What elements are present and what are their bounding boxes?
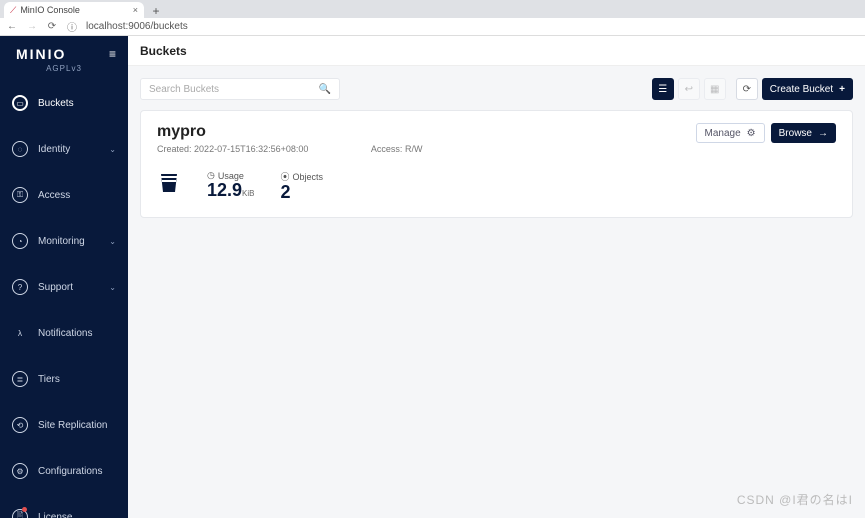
grid-icon: ▦ [710, 84, 719, 95]
lambda-icon: λ [12, 325, 28, 341]
objects-stat: ⦿Objects 2 [281, 170, 324, 203]
create-bucket-button[interactable]: Create Bucket + [762, 78, 853, 100]
url-text[interactable]: localhost:9006/buckets [86, 21, 188, 32]
close-icon[interactable]: × [133, 5, 138, 15]
bucket-icon: ▭ [12, 95, 28, 111]
plus-icon: + [839, 84, 845, 95]
search-icon: 🔍 [319, 84, 331, 95]
search-input-wrapper[interactable]: 🔍 [140, 78, 340, 100]
browser-tab-bar: ⟋ MinIO Console × + [0, 0, 865, 18]
gear-icon: ⚙ [747, 128, 756, 139]
browser-tab[interactable]: ⟋ MinIO Console × [4, 2, 144, 18]
bucket-card: mypro Created: 2022-07-15T16:32:56+08:00… [140, 110, 853, 218]
manage-bucket-button[interactable]: Manage ⚙ [696, 123, 765, 143]
sidebar-item-buckets[interactable]: ▭ Buckets [0, 87, 128, 119]
browse-bucket-button[interactable]: Browse → [771, 123, 836, 143]
usage-label: Usage [218, 171, 244, 181]
search-input[interactable] [149, 84, 319, 95]
collapse-sidebar-icon[interactable]: ≡ [109, 47, 116, 61]
usage-value: 12.9 [207, 180, 242, 200]
brand-license: AGPLv3 [0, 64, 128, 83]
sidebar-item-site-replication[interactable]: ⟲ Site Replication [0, 409, 128, 441]
create-bucket-label: Create Bucket [770, 84, 833, 95]
reload-icon[interactable]: ⟳ [46, 21, 58, 32]
rewind-icon: ↩ [685, 84, 693, 95]
list-icon: ☰ [658, 84, 667, 95]
sidebar-item-label: License [38, 512, 72, 518]
objects-value: 2 [281, 183, 324, 203]
brand-name: MINIO [16, 46, 66, 62]
tab-favicon: ⟋ [10, 5, 16, 16]
page-content: 🔍 ☰ ↩ ▦ ⟳ C [128, 66, 865, 230]
page-title: Buckets [140, 44, 187, 58]
sidebar-item-label: Buckets [38, 98, 74, 109]
sidebar-item-label: Monitoring [38, 236, 85, 247]
sidebar-item-label: Configurations [38, 466, 102, 477]
main-area: Buckets 🔍 ☰ ↩ ▦ [128, 36, 865, 518]
sidebar-item-label: Site Replication [38, 420, 107, 431]
forward-icon[interactable]: → [26, 21, 38, 32]
bucket-name[interactable]: mypro [157, 123, 422, 141]
sidebar-item-monitoring[interactable]: ◔ Monitoring ⌄ [0, 225, 128, 257]
browser-address-bar: ← → ⟳ ⓘ localhost:9006/buckets [0, 18, 865, 36]
sidebar-item-label: Tiers [38, 374, 60, 385]
access-value: R/W [405, 144, 423, 154]
sidebar-nav: ▭ Buckets ◌ Identity ⌄ ⚿ Access ◔ Monito… [0, 83, 128, 518]
chevron-down-icon: ⌄ [109, 237, 116, 246]
gear-icon: ⚙ [12, 463, 28, 479]
usage-unit: KiB [242, 189, 254, 198]
tab-title: MinIO Console [20, 5, 80, 15]
usage-stat: ◷Usage 12.9KiB [207, 170, 255, 201]
sidebar-item-notifications[interactable]: λ Notifications [0, 317, 128, 349]
bucket-meta: Created: 2022-07-15T16:32:56+08:00 Acces… [157, 144, 422, 154]
created-label: Created: [157, 144, 192, 154]
support-icon: ? [12, 279, 28, 295]
sidebar-item-identity[interactable]: ◌ Identity ⌄ [0, 133, 128, 165]
sidebar-item-label: Support [38, 282, 73, 293]
refresh-icon: ⟳ [743, 84, 751, 95]
sidebar-item-label: Identity [38, 144, 70, 155]
list-view-toggle[interactable]: ☰ [652, 78, 674, 100]
sidebar-item-support[interactable]: ? Support ⌄ [0, 271, 128, 303]
logo-row: MINIO ≡ [0, 36, 128, 64]
site-info-icon[interactable]: ⓘ [66, 19, 78, 34]
objects-label: Objects [293, 172, 324, 182]
back-icon[interactable]: ← [6, 21, 18, 32]
bucket-graphic-icon [157, 170, 181, 194]
refresh-button[interactable]: ⟳ [736, 78, 758, 100]
sidebar-item-access[interactable]: ⚿ Access [0, 179, 128, 211]
rewind-button[interactable]: ↩ [678, 78, 700, 100]
tiers-icon: ≣ [12, 371, 28, 387]
created-value: 2022-07-15T16:32:56+08:00 [194, 144, 308, 154]
replication-icon: ⟲ [12, 417, 28, 433]
access-label: Access: [371, 144, 403, 154]
browser-chrome: ⟋ MinIO Console × + ← → ⟳ ⓘ localhost:90… [0, 0, 865, 36]
grid-view-toggle[interactable]: ▦ [704, 78, 726, 100]
app: MINIO ≡ AGPLv3 ▭ Buckets ◌ Identity ⌄ ⚿ … [0, 36, 865, 518]
chevron-down-icon: ⌄ [109, 283, 116, 292]
page-header: Buckets [128, 36, 865, 66]
sidebar-item-label: Notifications [38, 328, 92, 339]
new-tab-button[interactable]: + [148, 4, 164, 18]
user-icon: ◌ [12, 141, 28, 157]
arrow-right-icon: → [818, 128, 828, 139]
monitor-icon: ◔ [12, 233, 28, 249]
manage-label: Manage [705, 128, 741, 139]
lock-icon: ⚿ [12, 187, 28, 203]
sidebar-item-tiers[interactable]: ≣ Tiers [0, 363, 128, 395]
sidebar: MINIO ≡ AGPLv3 ▭ Buckets ◌ Identity ⌄ ⚿ … [0, 36, 128, 518]
alert-badge [22, 507, 27, 512]
sidebar-item-license[interactable]: 🖹 License [0, 501, 128, 518]
sidebar-item-configurations[interactable]: ⚙ Configurations [0, 455, 128, 487]
buckets-toolbar: 🔍 ☰ ↩ ▦ ⟳ C [140, 78, 853, 100]
browse-label: Browse [779, 128, 812, 139]
sidebar-item-label: Access [38, 190, 70, 201]
chevron-down-icon: ⌄ [109, 145, 116, 154]
